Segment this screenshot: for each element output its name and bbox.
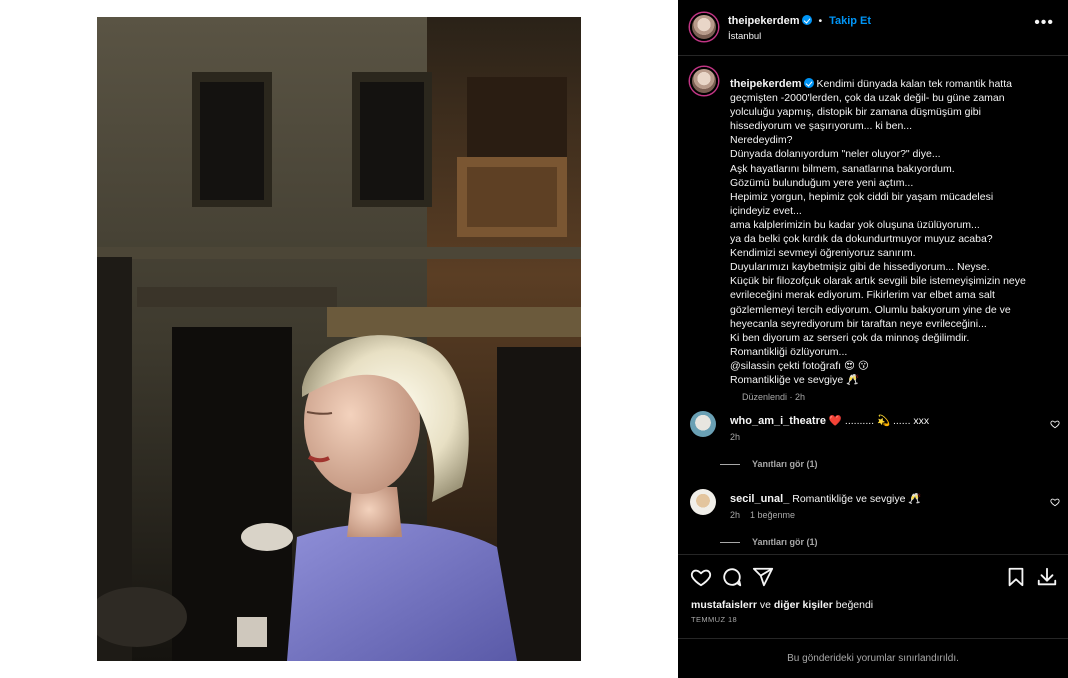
view-replies-button[interactable]: Yanıtları gör (1) <box>720 537 818 547</box>
caption-avatar[interactable] <box>690 67 718 95</box>
comment-time: 2h <box>730 432 741 442</box>
comment-text: ❤️ .......... 💫 ...... xxx <box>828 415 930 427</box>
comment-meta: 2h <box>730 432 760 442</box>
caption-line: gözlemlemeyi tercih ediyorum. Olumlu bak… <box>730 303 1011 316</box>
comment-body: secil_unal_ Romantikliğe ve sevgiye 🥂 <box>730 492 921 505</box>
author-line: theipekerdem • Takip Et <box>728 15 871 27</box>
post-photo[interactable] <box>97 17 581 661</box>
liker-username[interactable]: mustafaislerr <box>691 599 757 611</box>
share-icon[interactable] <box>752 566 774 588</box>
post-header: theipekerdem • Takip Et İstanbul ••• <box>678 0 1068 56</box>
dot-separator: • <box>818 15 823 27</box>
caption-line: yolculuğu yapmış, distopik bir zamana dü… <box>730 106 981 119</box>
caption-line: hissediyorum ve şaşırıyorum... ki ben... <box>730 120 913 133</box>
post-actions: mustafaislerr ve diğer kişiler beğendi T… <box>678 554 1068 644</box>
commenter-username[interactable]: who_am_i_theatre <box>730 415 826 427</box>
caption-username[interactable]: theipekerdem <box>730 78 802 90</box>
commenter-username[interactable]: secil_unal_ <box>730 493 789 505</box>
caption-line: içindeyiz evet... <box>730 204 802 217</box>
bookmark-icon[interactable] <box>1005 566 1027 588</box>
author-avatar[interactable] <box>690 13 718 41</box>
comment-body: who_am_i_theatre ❤️ .......... 💫 ...... … <box>730 414 929 427</box>
caption-line: Neredeydim? <box>730 134 793 147</box>
view-replies-button[interactable]: Yanıtları gör (1) <box>720 459 818 469</box>
caption-line: Gözümü bulunduğum yere yeni açtım... <box>730 176 914 189</box>
post-date: TEMMUZ 18 <box>691 615 738 624</box>
caption-line: heyecanla seyrediyorum bir taraftan neye… <box>730 317 987 330</box>
comment-time: 2h <box>730 510 741 520</box>
heart-icon[interactable] <box>690 566 712 588</box>
caption-line: Ki ben diyorum az serseri çok da minnoş … <box>730 331 970 344</box>
caption-text: theipekerdem Kendimi dünyada kalan tek r… <box>730 77 1050 387</box>
verified-icon <box>801 15 812 25</box>
post-sidebar: theipekerdem • Takip Et İstanbul ••• the… <box>678 0 1068 678</box>
more-options-icon[interactable]: ••• <box>1034 15 1054 31</box>
photo-pane <box>0 0 678 678</box>
likes-summary: mustafaislerr ve diğer kişiler beğendi <box>691 599 874 611</box>
comment-likes[interactable]: 1 beğenme <box>750 510 795 520</box>
post-photo-image <box>97 17 581 661</box>
download-icon[interactable] <box>1036 566 1058 588</box>
author-username[interactable]: theipekerdem <box>728 15 800 27</box>
comment-like-heart-icon[interactable] <box>1050 497 1060 507</box>
caption-line: Aşk hayatlarını bilmem, sanatlarına bakı… <box>730 162 955 175</box>
comments-section: theipekerdem Kendimi dünyada kalan tek r… <box>678 57 1068 554</box>
caption-line: ya da belki çok kırdık da dokundurtmuyor… <box>730 233 993 246</box>
comments-limited-notice: Bu gönderideki yorumlar sınırlandırıldı. <box>678 638 1068 678</box>
caption-line: Küçük bir filozofçuk olarak artık sevgil… <box>730 275 1026 288</box>
caption-line: Romantikliğe ve sevgiye 🥂 <box>730 373 860 386</box>
caption-line: geçmişten -2000'lerden, çok da uzak deği… <box>730 92 1005 105</box>
caption-line: Hepimiz yorgun, hepimiz çok ciddi bir ya… <box>730 190 994 203</box>
verified-icon <box>803 78 814 88</box>
caption-line: theipekerdem Kendimi dünyada kalan tek r… <box>730 78 1012 90</box>
caption-line: Kendimizi sevmeyi öğreniyoruz sanırım. <box>730 247 916 260</box>
replies-line <box>720 542 740 544</box>
caption-line: Dünyada dolanıyordum "neler oluyor?" diy… <box>730 148 941 161</box>
comment-meta: 2h 1 beğenme <box>730 510 805 520</box>
location-link[interactable]: İstanbul <box>728 31 761 42</box>
caption-line: @silassin çekti fotoğrafı 😍 😗 <box>730 359 869 372</box>
follow-button[interactable]: Takip Et <box>829 15 871 27</box>
caption-line: Romantikliği özlüyorum... <box>730 345 848 358</box>
edited-timestamp: Düzenlendi · 2h <box>742 392 806 402</box>
commenter-avatar[interactable] <box>690 411 716 437</box>
caption-line: Duyularımızı kaybetmişiz gibi de hissedi… <box>730 261 990 274</box>
other-likers-link[interactable]: diğer kişiler <box>774 599 833 611</box>
comment-like-heart-icon[interactable] <box>1050 419 1060 429</box>
comment-text: Romantikliğe ve sevgiye 🥂 <box>792 493 922 505</box>
commenter-avatar[interactable] <box>690 489 716 515</box>
caption-line: evrileceğini merak ediyorum. Fikirlerim … <box>730 289 995 302</box>
comment-icon[interactable] <box>721 566 743 588</box>
replies-line <box>720 464 740 466</box>
caption-line: ama kalplerimizin bu kadar yok oluşuna ü… <box>730 218 980 231</box>
